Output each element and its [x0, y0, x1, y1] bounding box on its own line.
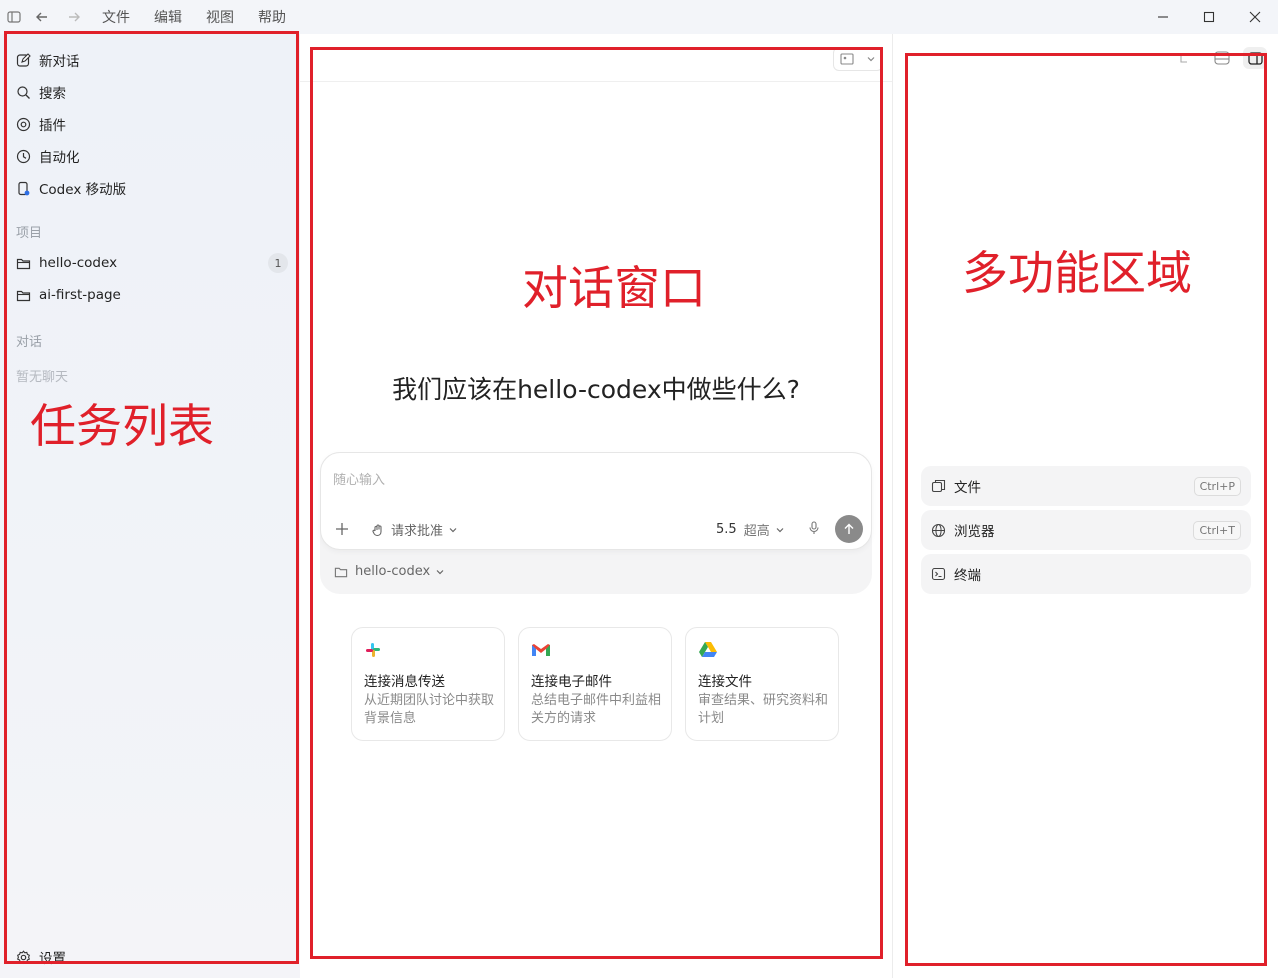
annotation-label-right-panel: 多功能区域	[962, 246, 1192, 300]
window-controls	[1140, 0, 1278, 34]
menu-edit[interactable]: 编辑	[154, 7, 182, 27]
annotation-label-sidebar: 任务列表	[30, 399, 214, 453]
menu-view[interactable]: 视图	[206, 7, 234, 27]
annotation-box-right-panel	[905, 53, 1267, 966]
menu-file[interactable]: 文件	[102, 7, 130, 27]
annotation-label-conversation: 对话窗口	[522, 261, 706, 315]
forward-arrow-icon[interactable]	[66, 9, 82, 25]
close-button[interactable]	[1232, 0, 1278, 34]
title-bar: 文件 编辑 视图 帮助	[0, 0, 1278, 34]
back-arrow-icon[interactable]	[34, 9, 50, 25]
sidebar-toggle-icon[interactable]	[6, 9, 22, 25]
maximize-button[interactable]	[1186, 0, 1232, 34]
annotation-box-conversation	[310, 47, 883, 959]
annotation-box-sidebar	[4, 31, 299, 964]
menu-help[interactable]: 帮助	[258, 7, 286, 27]
minimize-button[interactable]	[1140, 0, 1186, 34]
